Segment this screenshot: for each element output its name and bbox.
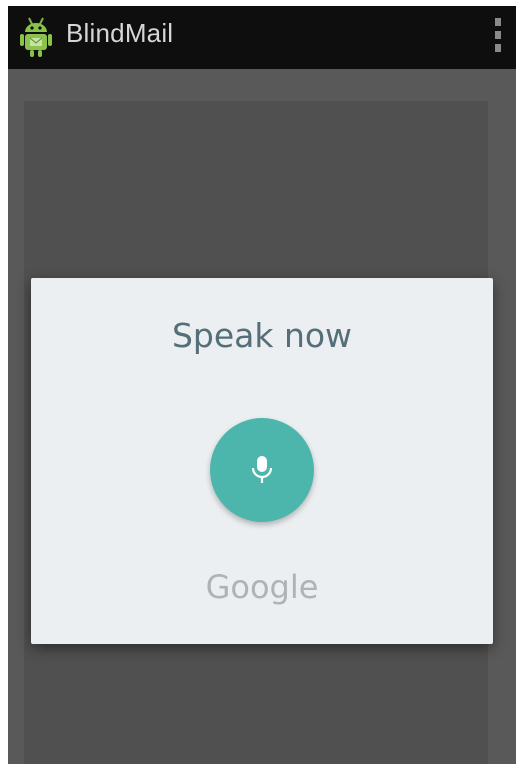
menu-dot <box>495 18 501 26</box>
android-robot-icon <box>20 14 52 58</box>
overflow-menu-icon[interactable] <box>491 18 505 52</box>
app-title: BlindMail <box>66 18 174 48</box>
menu-dot <box>495 31 501 39</box>
speech-dialog: Speak now Google <box>31 278 493 644</box>
dialog-title: Speak now <box>171 316 353 355</box>
mic-button[interactable] <box>210 418 314 522</box>
menu-dot <box>495 44 501 52</box>
action-bar: BlindMail <box>8 6 516 69</box>
microphone-icon <box>251 456 273 483</box>
google-logo: Google <box>205 568 319 606</box>
